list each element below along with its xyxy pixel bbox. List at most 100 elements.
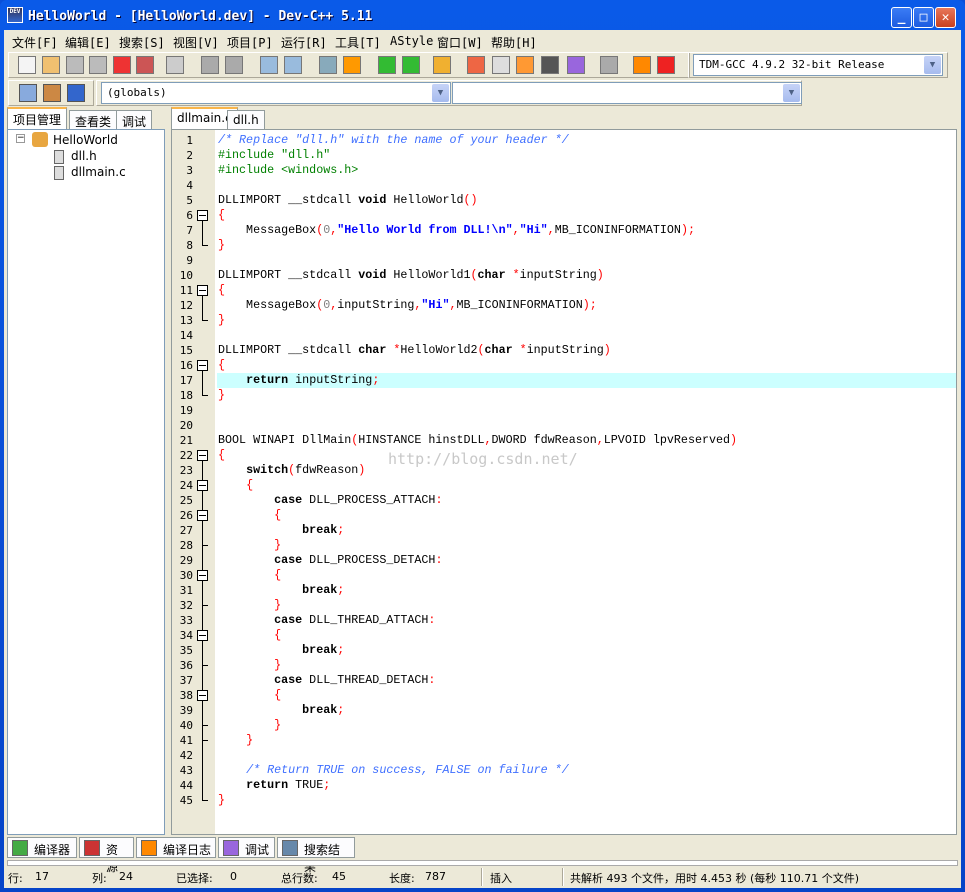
length-value: 787 bbox=[425, 870, 446, 883]
fold-toggle-icon[interactable] bbox=[196, 283, 209, 298]
code-line: 41 } bbox=[172, 733, 956, 748]
code-token: case bbox=[274, 613, 303, 627]
redo-icon[interactable] bbox=[225, 56, 243, 74]
code-line: 31 break; bbox=[172, 583, 956, 598]
code-line: 2 #include "dll.h" bbox=[172, 148, 956, 163]
menu-item[interactable]: AStyle bbox=[390, 34, 433, 48]
undo-icon[interactable] bbox=[201, 56, 219, 74]
project-bookmark-icon[interactable] bbox=[67, 84, 85, 102]
bar-chart-icon bbox=[141, 840, 157, 856]
checkmark-icon bbox=[223, 840, 239, 856]
stop-icon[interactable] bbox=[600, 56, 618, 74]
add-to-project-icon[interactable] bbox=[378, 56, 396, 74]
delete-profile-icon[interactable] bbox=[657, 56, 675, 74]
compile-run-icon[interactable] bbox=[516, 56, 534, 74]
minimize-button[interactable]: _ bbox=[891, 7, 912, 28]
code-token: inputString bbox=[519, 268, 597, 282]
fold-toggle-icon[interactable] bbox=[196, 208, 209, 223]
fold-toggle-icon[interactable] bbox=[196, 478, 209, 493]
close-all-icon[interactable] bbox=[136, 56, 154, 74]
menu-item[interactable]: 项目[P] bbox=[227, 34, 273, 51]
code-line: 11 { bbox=[172, 283, 956, 298]
tree-item-project[interactable]: HelloWorld bbox=[53, 133, 118, 147]
bottom-tab[interactable]: 资源 bbox=[79, 837, 134, 874]
code-token: { bbox=[274, 568, 282, 582]
fold-toggle-icon[interactable] bbox=[196, 628, 209, 643]
run-icon[interactable] bbox=[492, 56, 510, 74]
new-project-icon[interactable] bbox=[43, 84, 61, 102]
compile-icon[interactable] bbox=[467, 56, 485, 74]
collapse-icon[interactable]: − bbox=[16, 134, 25, 143]
class-icon[interactable] bbox=[433, 56, 451, 74]
line-number: 31 bbox=[179, 584, 193, 597]
devcpp-icon: DEV bbox=[7, 7, 23, 23]
fold-toggle-icon[interactable] bbox=[196, 688, 209, 703]
print-icon[interactable] bbox=[166, 56, 184, 74]
line-number: 39 bbox=[179, 704, 193, 717]
find-icon[interactable] bbox=[260, 56, 278, 74]
close-file-icon[interactable] bbox=[113, 56, 131, 74]
fold-toggle-icon[interactable] bbox=[196, 508, 209, 523]
menu-item[interactable]: 工具[T] bbox=[335, 34, 381, 51]
maximize-button[interactable]: □ bbox=[913, 7, 934, 28]
line-number: 14 bbox=[179, 329, 193, 342]
replace-icon[interactable] bbox=[284, 56, 302, 74]
tree-item-file[interactable]: dll.h bbox=[71, 149, 97, 163]
compiler-select[interactable]: TDM-GCC 4.9.2 32-bit Release ▼ bbox=[693, 54, 943, 76]
menu-item[interactable]: 视图[V] bbox=[173, 34, 219, 51]
fold-line bbox=[196, 733, 209, 748]
scope-select[interactable]: (globals) ▼ bbox=[101, 82, 451, 104]
chevron-down-icon[interactable]: ▼ bbox=[924, 56, 941, 74]
menu-item[interactable]: 文件[F] bbox=[12, 34, 58, 51]
fold-toggle-icon[interactable] bbox=[196, 358, 209, 373]
code-text: return inputString; bbox=[217, 373, 956, 388]
scope-select-value: (globals) bbox=[107, 86, 167, 99]
fold-toggle-icon[interactable] bbox=[196, 568, 209, 583]
menu-item[interactable]: 编辑[E] bbox=[65, 34, 111, 51]
code-token: MessageBox bbox=[218, 223, 317, 237]
tab-project[interactable]: 项目管理 bbox=[7, 107, 68, 129]
code-token: : bbox=[435, 553, 443, 567]
code-token: { bbox=[274, 508, 282, 522]
goto-line-icon[interactable] bbox=[319, 56, 337, 74]
project-options-icon[interactable] bbox=[19, 84, 37, 102]
remove-from-project-icon[interactable] bbox=[402, 56, 420, 74]
fold-line bbox=[196, 313, 209, 328]
menu-item[interactable]: 运行[R] bbox=[281, 34, 327, 51]
menu-item[interactable]: 窗口[W] bbox=[437, 34, 483, 51]
fold-line bbox=[196, 763, 209, 778]
code-editor[interactable]: 1 /* Replace "dll.h" with the name of you… bbox=[171, 129, 957, 835]
fold-toggle-icon[interactable] bbox=[196, 448, 209, 463]
open-file-icon[interactable] bbox=[42, 56, 60, 74]
tab-classes[interactable]: 查看类 bbox=[69, 110, 118, 130]
tree-item-file[interactable]: dllmain.c bbox=[71, 165, 126, 179]
tab-debug[interactable]: 调试 bbox=[116, 110, 153, 130]
bottom-tab[interactable]: 编译器 bbox=[7, 837, 77, 858]
bookmark-icon[interactable] bbox=[343, 56, 361, 74]
bottom-tab[interactable]: 编译日志 bbox=[136, 837, 216, 858]
rebuild-icon[interactable] bbox=[541, 56, 559, 74]
check-syntax-icon[interactable] bbox=[567, 56, 585, 74]
bottom-tab[interactable]: 搜索结果 bbox=[277, 837, 355, 874]
close-button[interactable]: ✕ bbox=[935, 7, 956, 28]
menu-item[interactable]: 搜索[S] bbox=[119, 34, 165, 51]
save-icon[interactable] bbox=[66, 56, 84, 74]
code-token: "Hi" bbox=[421, 298, 450, 312]
code-text: } bbox=[217, 718, 956, 733]
profile-icon[interactable] bbox=[633, 56, 651, 74]
chevron-down-icon[interactable]: ▼ bbox=[783, 84, 800, 102]
menu-item[interactable]: 帮助[H] bbox=[491, 34, 537, 51]
code-token: inputString bbox=[526, 343, 604, 357]
save-all-icon[interactable] bbox=[89, 56, 107, 74]
code-token: /* Replace "dll.h" with the name of your… bbox=[218, 133, 569, 147]
chevron-down-icon[interactable]: ▼ bbox=[432, 84, 449, 102]
new-file-icon[interactable] bbox=[18, 56, 36, 74]
bottom-tab[interactable]: 调试 bbox=[218, 837, 275, 858]
tab-dll-h[interactable]: dll.h bbox=[227, 110, 265, 130]
symbol-select[interactable]: ▼ bbox=[452, 82, 802, 104]
code-line: 39 break; bbox=[172, 703, 956, 718]
